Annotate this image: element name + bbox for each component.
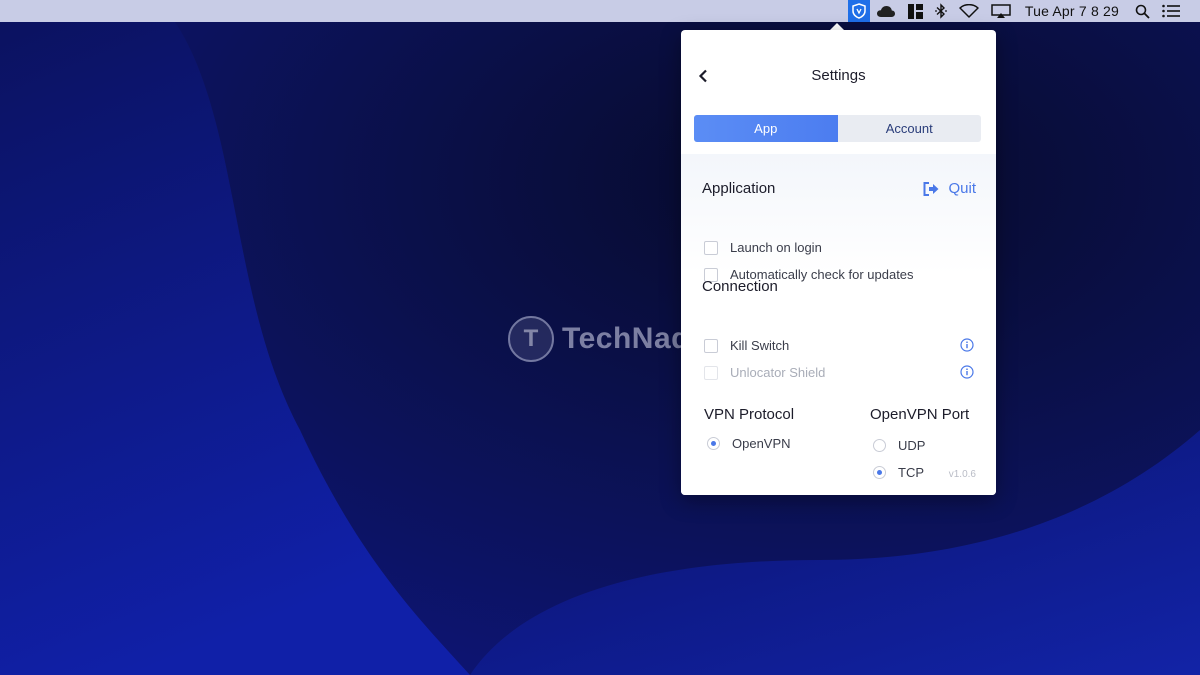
launch-on-login-option[interactable]: Launch on login <box>704 240 822 255</box>
port-udp-label: UDP <box>898 438 926 453</box>
tab-app[interactable]: App <box>694 115 838 142</box>
launch-on-login-checkbox[interactable] <box>704 240 718 255</box>
protocol-openvpn-option[interactable]: OpenVPN <box>707 436 791 451</box>
settings-tabs: App Account <box>694 115 981 142</box>
search-icon[interactable] <box>1129 0 1156 22</box>
menu-bar: Tue Apr 7 8 29 <box>0 0 1200 22</box>
application-section-title: Application <box>702 180 776 197</box>
port-tcp-radio[interactable] <box>873 466 886 479</box>
port-udp-radio[interactable] <box>873 439 886 452</box>
cloud-icon[interactable] <box>870 0 902 22</box>
grid-layout-icon[interactable] <box>902 0 929 22</box>
logout-icon <box>923 181 939 196</box>
quit-label: Quit <box>948 180 976 197</box>
protocol-openvpn-label: OpenVPN <box>732 436 791 451</box>
page-title: Settings <box>811 67 866 84</box>
launch-on-login-label: Launch on login <box>730 240 822 255</box>
unlocator-shield-info-icon[interactable] <box>960 365 974 379</box>
settings-popup: Settings App Account Application Quit La… <box>681 30 996 495</box>
watermark-logo-icon: T <box>508 316 554 362</box>
airplay-icon[interactable] <box>985 0 1017 22</box>
connection-title-text: Connection <box>702 278 778 295</box>
popup-header: Settings <box>681 30 996 104</box>
vpn-protocol-title: VPN Protocol <box>704 406 795 423</box>
openvpn-port-title: OpenVPN Port <box>870 406 970 423</box>
connection-section-title: Connection <box>702 278 778 295</box>
list-icon[interactable] <box>1156 0 1186 22</box>
tab-account[interactable]: Account <box>838 115 982 142</box>
unlocator-shield-option[interactable]: Unlocator Shield <box>704 365 825 380</box>
kill-switch-info-icon[interactable] <box>960 338 974 352</box>
port-tcp-label: TCP <box>898 465 924 480</box>
unlocator-shield-label: Unlocator Shield <box>730 365 826 380</box>
wifi-icon[interactable] <box>953 0 985 22</box>
quit-button[interactable]: Quit <box>923 180 976 197</box>
port-udp-option[interactable]: UDP <box>873 438 925 453</box>
bluetooth-icon[interactable] <box>929 0 953 22</box>
protocol-openvpn-radio[interactable] <box>707 437 720 450</box>
version-label: v1.0.6 <box>948 469 976 480</box>
port-tcp-option[interactable]: TCP <box>873 465 924 480</box>
kill-switch-label: Kill Switch <box>730 338 790 353</box>
unlocator-shield-checkbox[interactable] <box>704 365 718 380</box>
kill-switch-option[interactable]: Kill Switch <box>704 338 789 353</box>
kill-switch-checkbox[interactable] <box>704 338 718 353</box>
menu-bar-clock[interactable]: Tue Apr 7 8 29 <box>1017 3 1129 19</box>
settings-body: Application Quit Launch on login Automat… <box>681 154 996 495</box>
vpn-shield-icon[interactable] <box>847 0 870 22</box>
watermark: T TechNadu <box>508 315 709 363</box>
